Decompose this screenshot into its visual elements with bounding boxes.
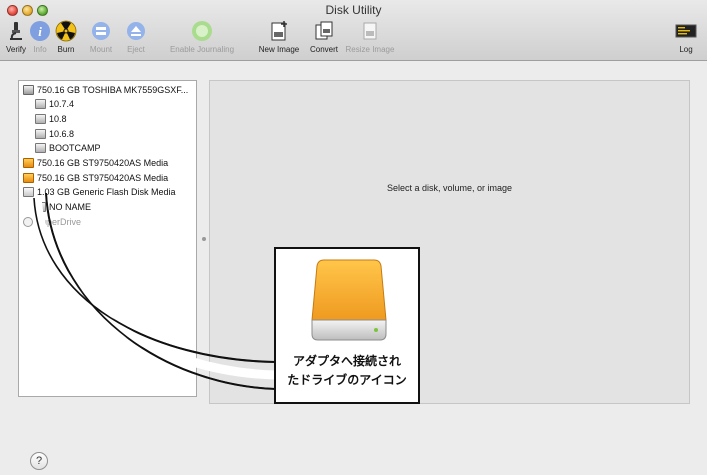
external-drive-icon	[311, 259, 387, 341]
callout-caption: アダプタへ接続され たドライブのアイコン	[287, 354, 407, 387]
disk-utility-window: Disk Utility Verify i Info Burn Mount Ej…	[0, 0, 707, 475]
